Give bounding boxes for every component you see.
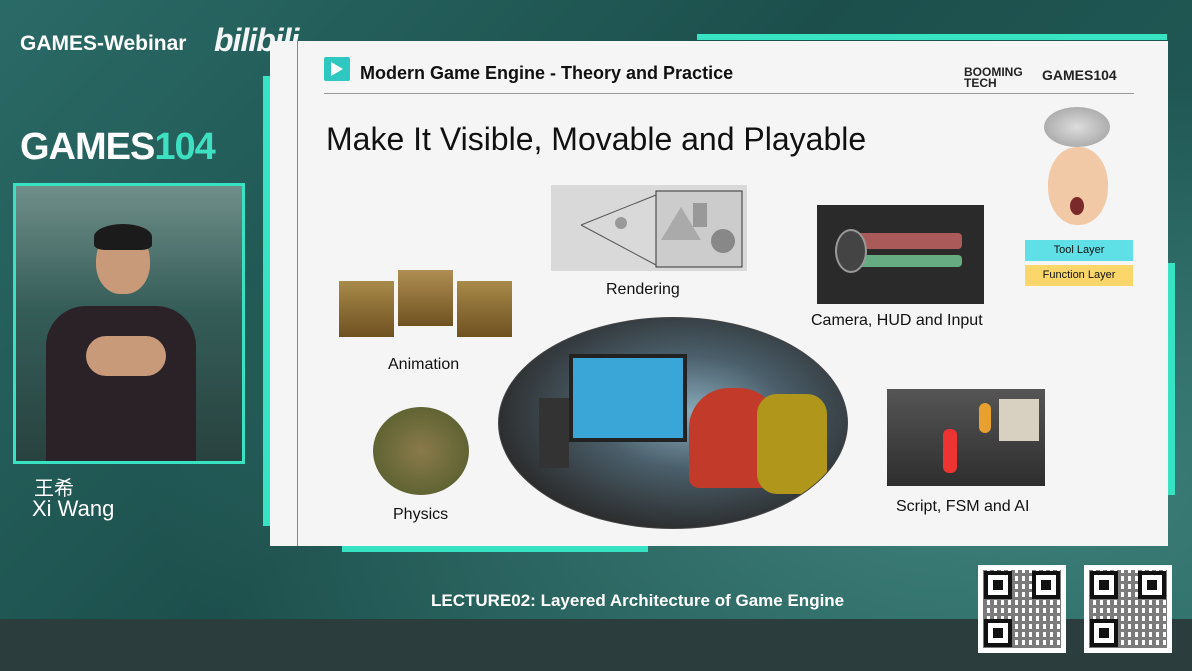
camera-hud-image (817, 205, 984, 304)
physics-image (373, 407, 469, 495)
tech-text: TECH (964, 76, 997, 90)
slide-divider-horizontal (324, 93, 1134, 94)
qr-code-2[interactable] (1084, 565, 1172, 653)
qr-finder (1032, 571, 1060, 599)
memoji-mouth (1070, 197, 1084, 215)
slide: Modern Game Engine - Theory and Practice… (270, 41, 1168, 546)
course-title: Modern Game Engine - Theory and Practice (360, 63, 734, 83)
red-character (943, 429, 957, 473)
function-layer-label: Function Layer (1025, 265, 1133, 286)
crate (999, 399, 1039, 441)
script-ai-image (887, 389, 1045, 486)
accent-top (697, 34, 1167, 40)
accent-bottom (342, 546, 648, 552)
games-logo-text: GAMES (20, 126, 155, 168)
slide-heading: Make It Visible, Movable and Playable (326, 121, 867, 157)
animation-frame-1 (339, 281, 394, 337)
explosion-cloud (1044, 107, 1110, 147)
slide-divider-vertical (297, 41, 298, 546)
play-logo-icon (324, 57, 350, 81)
speaker-name-en: Xi Wang (32, 496, 115, 521)
caption-script: Script, FSM and AI (896, 498, 1030, 515)
tool-layer-label: Tool Layer (1025, 240, 1133, 261)
rendering-image (551, 185, 747, 271)
chair (757, 394, 827, 494)
animation-frame-3 (457, 281, 512, 337)
caption-physics: Physics (393, 506, 449, 523)
booming-tech-logo: BOOMING TECH (964, 66, 1023, 90)
lecture-title: LECTURE02: Layered Architecture of Game … (431, 591, 845, 610)
qr-finder (1090, 571, 1118, 599)
orange-character (979, 403, 991, 433)
qr-finder (984, 571, 1012, 599)
games104-logo: GAMES104 (20, 126, 216, 169)
caption-camera: Camera, HUD and Input (811, 312, 983, 329)
monitor-screen (569, 354, 687, 442)
qr-finder (1090, 619, 1118, 647)
qr-finder (984, 619, 1012, 647)
memoji-mind-blown (1030, 107, 1126, 235)
games-logo-number: 104 (154, 126, 215, 168)
gamer-photo (498, 317, 848, 529)
qr-code-1[interactable] (978, 565, 1066, 653)
animation-frame-2 (398, 270, 453, 326)
caption-animation: Animation (388, 356, 460, 373)
webinar-brand: GAMES-Webinar (20, 32, 187, 55)
caption-rendering: Rendering (606, 281, 680, 298)
speaker-camera (13, 183, 245, 464)
speaker-box (539, 398, 569, 468)
speaker-hair (94, 224, 152, 250)
speaker-body (46, 306, 196, 461)
games104-small-logo: GAMES104 (1042, 67, 1117, 83)
qr-finder (1138, 571, 1166, 599)
accent-right (1168, 263, 1175, 495)
hud-card-icon (835, 229, 867, 273)
accent-left (263, 76, 270, 526)
rendering-diagram (580, 190, 743, 268)
speaker-hands (86, 336, 166, 376)
